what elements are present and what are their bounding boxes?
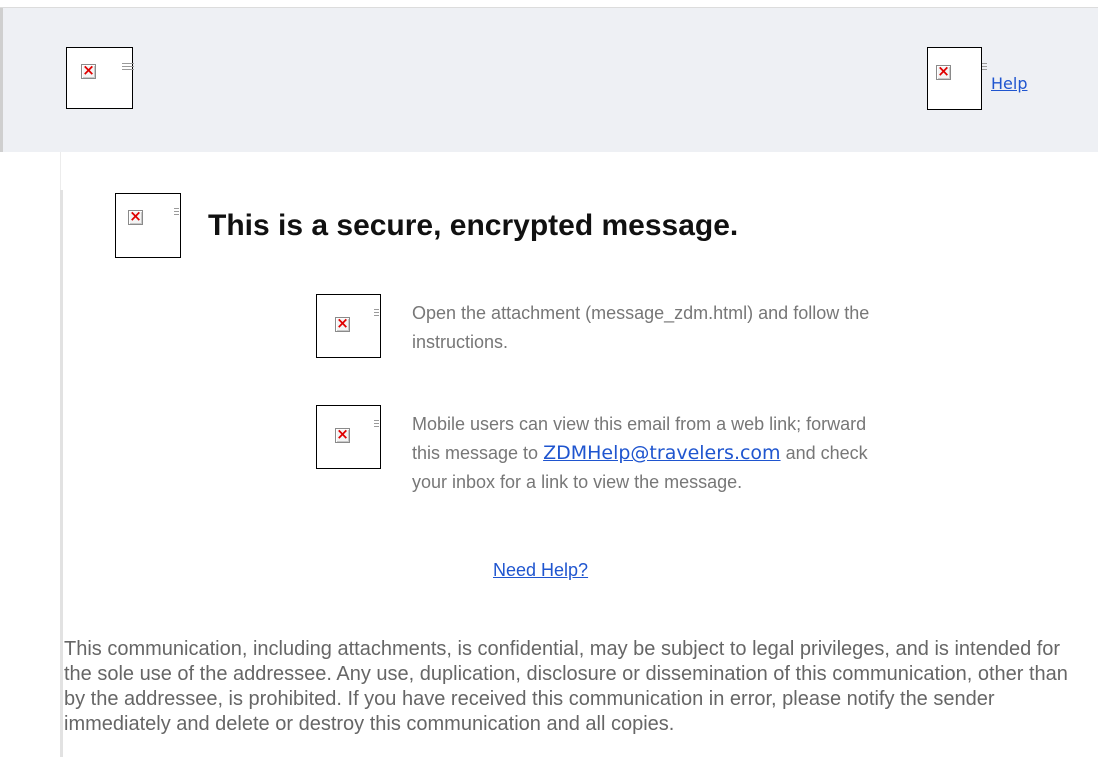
step-attachment-broken-image-icon <box>316 294 381 358</box>
confidentiality-disclaimer: This communication, including attachment… <box>64 638 1068 735</box>
alt-text-lines-icon <box>982 63 987 71</box>
support-email-link[interactable]: ZDMHelp@travelers.com <box>543 442 781 464</box>
step-attachment-line1: Open the attachment (message_zdm.html) a… <box>412 303 870 323</box>
header-left-border <box>0 8 3 152</box>
step-attachment-text: Open the attachment (message_zdm.html) a… <box>412 299 1052 357</box>
alt-text-lines-icon <box>374 309 379 317</box>
help-link[interactable]: Help <box>991 74 1027 93</box>
step-attachment-line2: instructions. <box>412 332 509 352</box>
step-mobile-line1: Mobile users can view this email from a … <box>412 414 867 434</box>
step-mobile-line2-before: this message to <box>412 443 539 463</box>
alt-text-lines-icon <box>174 208 179 216</box>
email-page: Help This is a secure, encrypted message… <box>0 0 1098 757</box>
step-mobile-broken-image-icon <box>316 405 381 469</box>
alt-text-lines-icon <box>374 420 379 428</box>
logo-left-broken-image-icon <box>66 47 133 109</box>
content-left-border-upper <box>60 152 61 192</box>
page-title: This is a secure, encrypted message. <box>208 209 739 242</box>
secure-heading-broken-image-icon <box>115 193 181 258</box>
step-mobile-line2-after: and check <box>785 443 868 463</box>
content-left-border <box>60 190 63 757</box>
alt-text-lines-icon <box>122 63 134 71</box>
need-help-link[interactable]: Need Help? <box>493 560 588 581</box>
logo-right-broken-image-icon <box>927 47 982 110</box>
step-mobile-text: Mobile users can view this email from a … <box>412 410 1072 497</box>
step-mobile-line3: your inbox for a link to view the messag… <box>412 472 743 492</box>
